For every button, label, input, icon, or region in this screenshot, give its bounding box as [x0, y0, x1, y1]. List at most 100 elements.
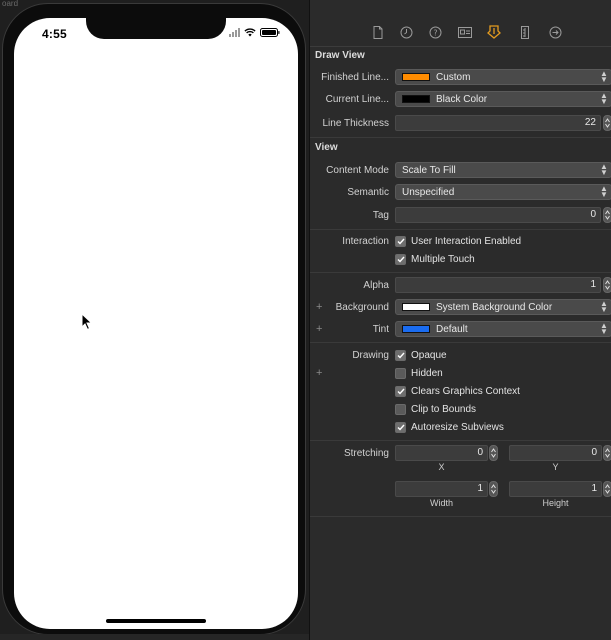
tint-value: Default: [436, 323, 468, 335]
checkbox-box: [395, 368, 406, 379]
checkbox-box: [395, 386, 406, 397]
canvas-bottom-bar: [0, 634, 309, 640]
help-icon[interactable]: ?: [428, 25, 442, 39]
chevron-updown-icon: ▲ ▼: [600, 69, 608, 84]
stretching-y-field[interactable]: 0: [509, 445, 602, 461]
stretching-y-stepper[interactable]: [603, 445, 611, 461]
semantic-value: Unspecified: [402, 186, 455, 198]
draw-view-section-title: Draw View: [315, 50, 365, 61]
finished-line-color-popup[interactable]: Custom ▲ ▼: [395, 69, 611, 85]
tint-label: Tint: [372, 324, 389, 335]
alpha-stepper[interactable]: [603, 277, 611, 293]
connections-icon[interactable]: [548, 25, 562, 39]
section-divider: [310, 137, 611, 138]
stretching-x-field[interactable]: 0: [395, 445, 488, 461]
checkbox-box: [395, 350, 406, 361]
battery-icon: [260, 28, 280, 37]
stretching-width-stepper[interactable]: [489, 481, 498, 497]
stretching-width-field[interactable]: 1: [395, 481, 488, 497]
current-line-label: Current Line...: [325, 94, 389, 105]
line-thickness-stepper[interactable]: [603, 115, 611, 131]
stretching-x-stepper[interactable]: [489, 445, 498, 461]
history-icon[interactable]: [399, 25, 413, 39]
user-interaction-enabled-checkbox[interactable]: User Interaction Enabled: [395, 236, 521, 247]
iphone-screen[interactable]: 4:55: [14, 18, 298, 629]
autoresize-subviews-checkbox[interactable]: Autoresize Subviews: [395, 422, 504, 433]
alpha-label: Alpha: [363, 280, 389, 291]
stretching-label: Stretching: [343, 448, 389, 459]
background-swatch: [402, 303, 430, 311]
line-thickness-label: Line Thickness: [322, 118, 389, 129]
content-mode-popup[interactable]: Scale To Fill ▲ ▼: [395, 162, 611, 178]
view-section-title: View: [315, 142, 338, 153]
svg-text:?: ?: [433, 28, 437, 37]
stretching-height-field[interactable]: 1: [509, 481, 602, 497]
attributes-inspector: ? Draw View Finished Line... Custom ▲ ▼ C…: [309, 0, 611, 640]
opaque-label: Opaque: [411, 350, 447, 361]
inspector-tabs: ?: [310, 17, 611, 47]
add-variation-plus-icon[interactable]: +: [316, 367, 322, 379]
clip-to-bounds-checkbox[interactable]: Clip to Bounds: [395, 404, 476, 415]
checkbox-box: [395, 254, 406, 265]
autoresize-subviews-label: Autoresize Subviews: [411, 422, 504, 433]
hidden-checkbox[interactable]: Hidden: [395, 368, 443, 379]
chevron-updown-icon: ▲ ▼: [600, 299, 608, 314]
add-variation-plus-icon[interactable]: +: [316, 301, 322, 313]
iphone-notch: [86, 18, 226, 39]
interaction-label: Interaction: [342, 236, 389, 247]
clears-graphics-context-checkbox[interactable]: Clears Graphics Context: [395, 386, 520, 397]
xcode-window: oard 4:55 ? Draw View Finished Line... C…: [0, 0, 611, 640]
user-interaction-enabled-label: User Interaction Enabled: [411, 236, 522, 247]
size-icon[interactable]: [518, 25, 532, 39]
finished-line-value: Custom: [436, 71, 471, 83]
file-icon[interactable]: [371, 25, 385, 39]
wifi-icon: [244, 28, 256, 37]
mouse-cursor-icon: [81, 313, 93, 331]
tag-stepper[interactable]: [603, 207, 611, 223]
content-mode-label: Content Mode: [326, 165, 389, 176]
stretching-height-stepper[interactable]: [603, 481, 611, 497]
chevron-updown-icon: ▲ ▼: [600, 321, 608, 336]
multiple-touch-checkbox[interactable]: Multiple Touch: [395, 254, 475, 265]
current-line-value: Black Color: [436, 93, 488, 105]
content-mode-value: Scale To Fill: [402, 164, 456, 176]
background-label: Background: [335, 302, 389, 313]
chevron-updown-icon: ▲ ▼: [600, 184, 608, 199]
alpha-field[interactable]: 1: [395, 277, 601, 293]
section-divider: [310, 342, 611, 343]
hidden-label: Hidden: [411, 368, 443, 379]
cellular-signal-icon: [229, 28, 240, 37]
attributes-icon[interactable]: [487, 25, 501, 39]
checkbox-box: [395, 236, 406, 247]
background-value: System Background Color: [436, 301, 553, 313]
section-divider: [310, 440, 611, 441]
checkbox-box: [395, 404, 406, 415]
finished-line-label: Finished Line...: [321, 72, 389, 83]
current-line-color-popup[interactable]: Black Color ▲ ▼: [395, 91, 611, 107]
multiple-touch-label: Multiple Touch: [411, 254, 475, 265]
stretching-x-label: X: [438, 462, 445, 472]
stretching-width-label: Width: [429, 498, 453, 508]
semantic-label: Semantic: [347, 187, 389, 198]
iphone-frame: 4:55: [2, 3, 306, 635]
chevron-updown-icon: ▲ ▼: [600, 91, 608, 106]
tint-color-popup[interactable]: Default ▲ ▼: [395, 321, 611, 337]
chevron-updown-icon: ▲ ▼: [600, 162, 608, 177]
tag-field[interactable]: 0: [395, 207, 601, 223]
stretching-y-label: Y: [552, 462, 559, 472]
identity-icon[interactable]: [458, 25, 472, 39]
background-color-popup[interactable]: System Background Color ▲ ▼: [395, 299, 611, 315]
stretching-height-label: Height: [542, 498, 569, 508]
tag-label: Tag: [372, 210, 389, 221]
line-thickness-field[interactable]: 22: [395, 115, 601, 131]
semantic-popup[interactable]: Unspecified ▲ ▼: [395, 184, 611, 200]
status-bar-icons: [229, 28, 280, 37]
drawing-label: Drawing: [352, 350, 389, 361]
status-bar-time: 4:55: [42, 27, 67, 41]
add-variation-plus-icon[interactable]: +: [316, 323, 322, 335]
finished-line-swatch: [402, 73, 430, 81]
clip-to-bounds-label: Clip to Bounds: [411, 404, 477, 415]
opaque-checkbox[interactable]: Opaque: [395, 350, 447, 361]
checkbox-box: [395, 422, 406, 433]
current-line-swatch: [402, 95, 430, 103]
